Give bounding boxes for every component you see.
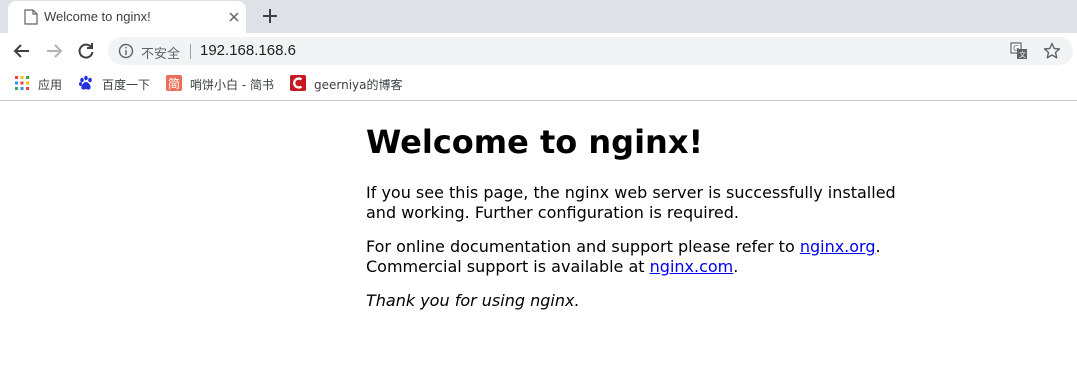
tab-title: Welcome to nginx! [44,9,151,24]
bookmark-label: 哨饼小白 - 简书 [190,78,274,92]
commercial-text-end: . [733,257,739,276]
back-arrow-icon[interactable] [12,41,32,61]
page-title: Welcome to nginx! [366,123,704,161]
close-icon[interactable] [226,9,242,25]
bookmark-label: geerniya的博客 [314,78,403,92]
support-text: For online documentation and support ple… [366,237,800,256]
browser-toolbar: 不安全 192.168.168.6 G 文 [0,33,1077,69]
thanks-text: Thank you for using nginx. [366,291,580,310]
browser-tab[interactable]: Welcome to nginx! [8,1,246,33]
bookmarks-bar: 应用 百度一下 简 哨饼小白 - 简书 geerniya的博客 [0,69,1077,101]
security-label[interactable]: 不安全 [141,43,180,62]
address-bar[interactable]: 不安全 192.168.168.6 G 文 [108,37,1073,65]
intro-paragraph: If you see this page, the nginx web serv… [366,183,896,222]
nginx-com-link[interactable]: nginx.com [650,257,734,276]
support-paragraph: For online documentation and support ple… [366,237,926,277]
nginx-org-link[interactable]: nginx.org [800,237,876,256]
page-icon [24,9,38,25]
commercial-text: Commercial support is available at [366,257,650,276]
star-icon[interactable] [1043,42,1061,60]
url-text[interactable]: 192.168.168.6 [200,42,296,59]
tab-strip: Welcome to nginx! [0,0,1077,33]
info-icon[interactable] [118,43,134,59]
bookmark-label: 应用 [38,78,63,92]
baidu-paw-icon [79,75,92,90]
svg-text:文: 文 [1019,50,1026,59]
forward-arrow-icon[interactable] [44,41,64,61]
csdn-icon [290,75,306,91]
svg-text:简: 简 [168,77,180,91]
apps-grid-icon [15,76,29,90]
bookmark-label: 百度一下 [102,78,151,92]
reload-icon[interactable] [76,41,96,61]
divider [190,44,191,59]
translate-icon[interactable]: G 文 [1010,42,1028,60]
support-text-end: . [875,237,881,256]
jianshu-icon: 简 [166,75,182,91]
new-tab-button[interactable] [260,6,280,26]
